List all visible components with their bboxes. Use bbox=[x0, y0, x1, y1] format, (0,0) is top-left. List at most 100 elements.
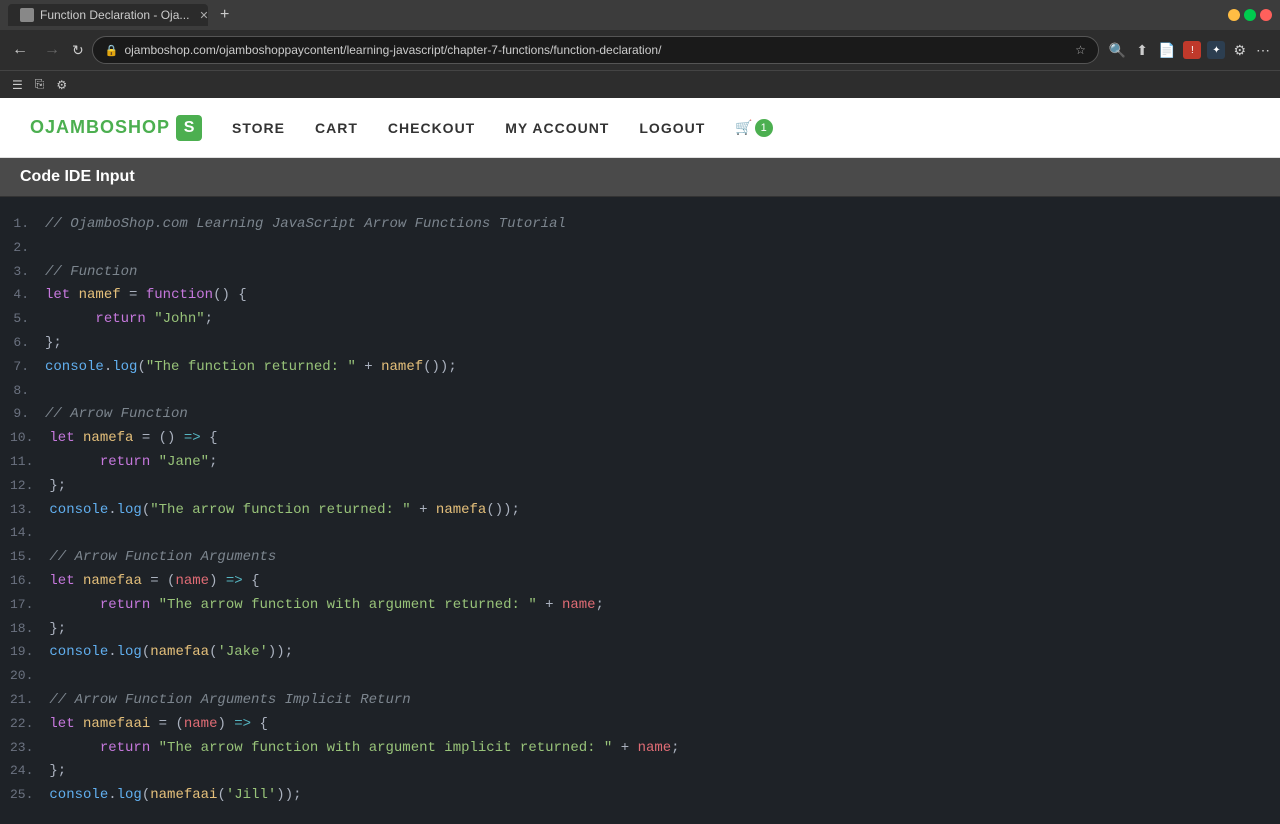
close-button[interactable] bbox=[1260, 9, 1272, 21]
code-line-20: 20. bbox=[0, 665, 1280, 689]
back-button[interactable]: ← bbox=[8, 39, 32, 61]
line-num-17: 17. bbox=[10, 594, 49, 618]
reload-button[interactable]: ↻ bbox=[72, 42, 84, 59]
line-num-21: 21. bbox=[10, 689, 49, 713]
bookmarks-bar: ☰ ⎘ ⚙ bbox=[0, 70, 1280, 98]
maximize-button[interactable] bbox=[1244, 9, 1256, 21]
line-num-16: 16. bbox=[10, 570, 49, 594]
line-content-2 bbox=[45, 237, 53, 261]
line-num-18: 18. bbox=[10, 618, 49, 642]
extensions-button[interactable]: ⚙ bbox=[1231, 40, 1248, 61]
bookmarks-settings-button[interactable]: ⚙ bbox=[52, 76, 71, 94]
line-num-5: 5. bbox=[10, 308, 45, 332]
bookmark-star-icon[interactable]: ☆ bbox=[1075, 43, 1086, 57]
line-content-16: let namefaa = (name) => { bbox=[49, 570, 259, 594]
logo-s-icon: S bbox=[176, 115, 202, 141]
line-num-4: 4. bbox=[10, 284, 45, 308]
code-line-24: 24. }; bbox=[0, 760, 1280, 784]
line-num-14: 14. bbox=[10, 522, 49, 546]
tab-favicon bbox=[20, 8, 34, 22]
cart-badge: 1 bbox=[755, 119, 773, 137]
nav-store[interactable]: STORE bbox=[232, 120, 285, 136]
browser-tab[interactable]: Function Declaration - Oja... ✕ bbox=[8, 4, 208, 26]
code-line-5: 5. return "John"; bbox=[0, 308, 1280, 332]
line-num-25: 25. bbox=[10, 784, 49, 808]
code-line-18: 18. }; bbox=[0, 618, 1280, 642]
code-section-header: Code IDE Input bbox=[0, 158, 1280, 197]
code-line-13: 13. console.log("The arrow function retu… bbox=[0, 499, 1280, 523]
cart-icon: 🛒 bbox=[735, 119, 752, 136]
line-content-7: console.log("The function returned: " + … bbox=[45, 356, 457, 380]
share-button[interactable]: ⬆ bbox=[1134, 40, 1150, 61]
nav-my-account[interactable]: MY ACCOUNT bbox=[505, 120, 609, 136]
forward-button[interactable]: → bbox=[40, 39, 64, 61]
line-content-24: }; bbox=[49, 760, 66, 784]
line-num-8: 8. bbox=[10, 380, 45, 404]
line-content-19: console.log(namefaa('Jake')); bbox=[49, 641, 293, 665]
line-content-13: console.log("The arrow function returned… bbox=[49, 499, 520, 523]
line-num-7: 7. bbox=[10, 356, 45, 380]
code-line-16: 16. let namefaa = (name) => { bbox=[0, 570, 1280, 594]
extension-icon-2[interactable]: ✦ bbox=[1207, 41, 1225, 59]
line-content-11: return "Jane"; bbox=[49, 451, 217, 475]
code-line-2: 2. bbox=[0, 237, 1280, 261]
extension-icon-1[interactable]: ! bbox=[1183, 41, 1201, 59]
line-num-11: 11. bbox=[10, 451, 49, 475]
new-tab-button[interactable]: + bbox=[214, 6, 235, 24]
url-text: ojamboshop.com/ojamboshoppaycontent/lear… bbox=[124, 43, 1069, 57]
line-content-10: let namefa = () => { bbox=[49, 427, 217, 451]
line-content-12: }; bbox=[49, 475, 66, 499]
code-header-title: Code IDE Input bbox=[20, 168, 135, 185]
sidebar-toggle-button[interactable]: ☰ bbox=[8, 76, 27, 94]
code-line-10: 10. let namefa = () => { bbox=[0, 427, 1280, 451]
logo-text: OJAMBOSHOP bbox=[30, 117, 170, 138]
bookmark-add-button[interactable]: ⎘ bbox=[31, 75, 49, 94]
nav-logout[interactable]: LOGOUT bbox=[639, 120, 705, 136]
browser-menu-button[interactable]: ⋯ bbox=[1254, 40, 1272, 61]
line-num-15: 15. bbox=[10, 546, 49, 570]
code-line-17: 17. return "The arrow function with argu… bbox=[0, 594, 1280, 618]
line-content-4: let namef = function() { bbox=[45, 284, 247, 308]
line-num-23: 23. bbox=[10, 737, 49, 761]
address-bar-row: ← → ↻ 🔒 ojamboshop.com/ojamboshoppaycont… bbox=[0, 30, 1280, 70]
line-content-15: // Arrow Function Arguments bbox=[49, 546, 276, 570]
code-editor: 1. // OjamboShop.com Learning JavaScript… bbox=[0, 197, 1280, 824]
minimize-button[interactable] bbox=[1228, 9, 1240, 21]
line-content-20 bbox=[49, 665, 57, 689]
line-content-23: return "The arrow function with argument… bbox=[49, 737, 679, 761]
code-line-11: 11. return "Jane"; bbox=[0, 451, 1280, 475]
line-content-5: return "John"; bbox=[45, 308, 213, 332]
code-line-1: 1. // OjamboShop.com Learning JavaScript… bbox=[0, 213, 1280, 237]
line-content-18: }; bbox=[49, 618, 66, 642]
search-action-button[interactable]: 🔍 bbox=[1107, 40, 1128, 61]
line-content-25: console.log(namefaai('Jill')); bbox=[49, 784, 301, 808]
browser-actions: 🔍 ⬆ 📄 ! ✦ ⚙ ⋯ bbox=[1107, 40, 1272, 61]
line-content-6: }; bbox=[45, 332, 62, 356]
line-content-3: // Function bbox=[45, 261, 137, 285]
code-line-4: 4. let namef = function() { bbox=[0, 284, 1280, 308]
line-num-6: 6. bbox=[10, 332, 45, 356]
site-logo[interactable]: OJAMBOSHOP S bbox=[30, 115, 202, 141]
code-line-6: 6. }; bbox=[0, 332, 1280, 356]
tab-close-button[interactable]: ✕ bbox=[199, 9, 208, 22]
browser-chrome: Function Declaration - Oja... ✕ + bbox=[0, 0, 1280, 30]
line-num-20: 20. bbox=[10, 665, 49, 689]
line-num-22: 22. bbox=[10, 713, 49, 737]
cart-icon-link[interactable]: 🛒 1 bbox=[735, 119, 772, 137]
nav-checkout[interactable]: CHECKOUT bbox=[388, 120, 475, 136]
line-content-9: // Arrow Function bbox=[45, 403, 188, 427]
line-num-24: 24. bbox=[10, 760, 49, 784]
line-num-1: 1. bbox=[10, 213, 45, 237]
code-line-14: 14. bbox=[0, 522, 1280, 546]
code-line-3: 3. // Function bbox=[0, 261, 1280, 285]
line-content-17: return "The arrow function with argument… bbox=[49, 594, 604, 618]
line-num-10: 10. bbox=[10, 427, 49, 451]
line-content-22: let namefaai = (name) => { bbox=[49, 713, 268, 737]
address-bar[interactable]: 🔒 ojamboshop.com/ojamboshoppaycontent/le… bbox=[92, 36, 1099, 64]
nav-cart[interactable]: CART bbox=[315, 120, 358, 136]
code-line-23: 23. return "The arrow function with argu… bbox=[0, 737, 1280, 761]
reader-mode-button[interactable]: 📄 bbox=[1156, 40, 1177, 61]
code-line-22: 22. let namefaai = (name) => { bbox=[0, 713, 1280, 737]
site-navigation: OJAMBOSHOP S STORE CART CHECKOUT MY ACCO… bbox=[0, 98, 1280, 158]
security-icon: 🔒 bbox=[105, 44, 119, 57]
